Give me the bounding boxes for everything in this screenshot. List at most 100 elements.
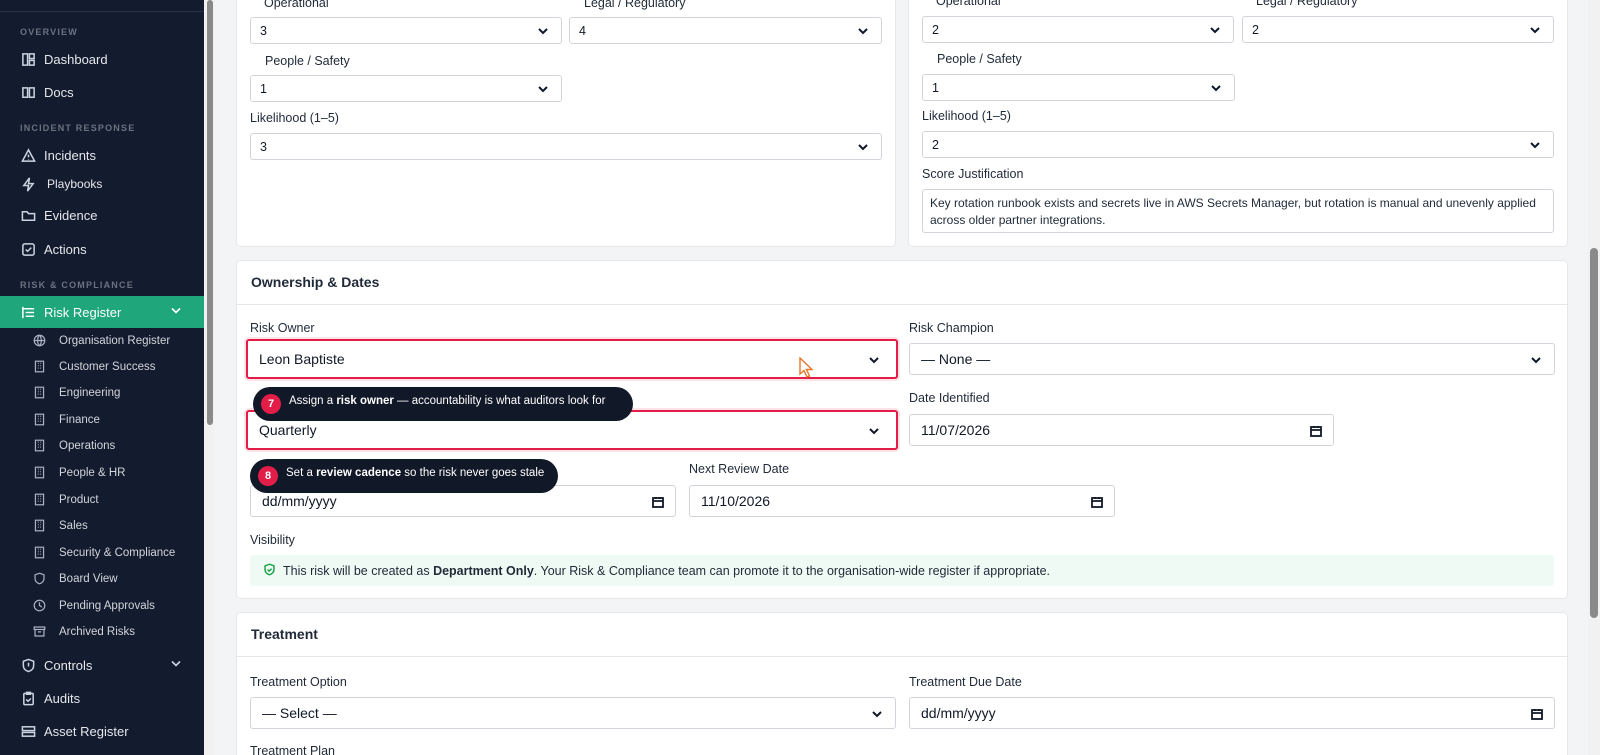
people-safety-select[interactable]: 1 bbox=[250, 75, 562, 102]
chevron-down-icon bbox=[1210, 82, 1222, 94]
visibility-text-pre: This risk will be created as bbox=[283, 563, 434, 578]
people-safety-value: 1 bbox=[260, 81, 267, 96]
treatment-option-label: Treatment Option bbox=[250, 675, 347, 689]
next-review-date-value: 11/10/2026 bbox=[701, 493, 771, 509]
book-icon bbox=[20, 84, 36, 100]
nav-audits[interactable]: Audits bbox=[0, 683, 204, 713]
shield-check-icon bbox=[263, 562, 283, 579]
lightning-icon bbox=[20, 176, 36, 192]
risk-owner-label: Risk Owner bbox=[250, 321, 315, 335]
sub-label: People & HR bbox=[59, 467, 126, 479]
sub-people-hr[interactable]: People & HR bbox=[0, 461, 204, 485]
residual-people-value: 1 bbox=[932, 80, 939, 95]
sub-label: Product bbox=[59, 494, 99, 506]
nav-risk-register-label: Risk Register bbox=[44, 304, 122, 320]
page-scrollbar-thumb[interactable] bbox=[1590, 248, 1598, 618]
legal-label: Legal / Regulatory bbox=[584, 0, 686, 10]
risk-champion-label: Risk Champion bbox=[909, 321, 994, 335]
sub-operations[interactable]: Operations bbox=[0, 434, 204, 458]
sub-label: Operations bbox=[59, 440, 116, 452]
server-icon bbox=[20, 723, 36, 739]
ownership-title: Ownership & Dates bbox=[251, 274, 380, 290]
sub-engineering[interactable]: Engineering bbox=[0, 381, 204, 405]
sub-security-compliance[interactable]: Security & Compliance bbox=[0, 541, 204, 565]
residual-legal-value: 2 bbox=[1252, 22, 1259, 37]
tooltip-text: Assign a risk owner — accountability is … bbox=[289, 395, 606, 407]
nav-playbooks[interactable]: Playbooks bbox=[0, 169, 204, 199]
calendar-icon[interactable] bbox=[1310, 424, 1322, 437]
next-review-date-input[interactable]: 11/10/2026 bbox=[689, 485, 1115, 517]
nav-docs[interactable]: Docs bbox=[0, 77, 204, 107]
nav-risk-register[interactable]: Risk Register bbox=[0, 296, 204, 328]
section-risk-compliance: RISK & COMPLIANCE bbox=[20, 280, 134, 290]
risk-champion-select[interactable]: — None — bbox=[909, 343, 1555, 375]
likelihood-value: 3 bbox=[260, 139, 267, 154]
legal-value: 4 bbox=[579, 23, 586, 38]
treatment-option-select[interactable]: — Select — bbox=[250, 697, 896, 729]
building-icon bbox=[33, 493, 47, 507]
sub-archived-risks[interactable]: Archived Risks bbox=[0, 620, 204, 644]
ownership-card-header bbox=[237, 261, 1567, 305]
residual-people-label: People / Safety bbox=[937, 52, 1022, 66]
shield-icon bbox=[20, 657, 36, 673]
nav-dashboard[interactable]: Dashboard bbox=[0, 44, 204, 74]
nav-asset-register-label: Asset Register bbox=[44, 723, 129, 739]
nav-incidents[interactable]: Incidents bbox=[0, 140, 204, 170]
chevron-down-icon bbox=[857, 141, 869, 153]
visibility-text-bold: Department Only bbox=[433, 563, 534, 578]
score-justification-label: Score Justification bbox=[922, 167, 1024, 181]
folder-icon bbox=[20, 207, 36, 223]
sub-sales[interactable]: Sales bbox=[0, 514, 204, 538]
score-justification-textarea[interactable]: Key rotation runbook exists and secrets … bbox=[922, 189, 1554, 233]
treatment-card-header bbox=[237, 613, 1567, 657]
nav-asset-register[interactable]: Asset Register bbox=[0, 716, 204, 746]
sidebar-scrollbar-thumb[interactable] bbox=[207, 0, 213, 425]
calendar-icon[interactable] bbox=[1091, 495, 1103, 508]
visibility-label: Visibility bbox=[250, 533, 295, 547]
chevron-down-icon bbox=[868, 424, 880, 436]
residual-likelihood-select[interactable]: 2 bbox=[922, 131, 1554, 158]
building-icon bbox=[33, 519, 47, 533]
sub-board-view[interactable]: Board View bbox=[0, 567, 204, 591]
nav-evidence[interactable]: Evidence bbox=[0, 200, 204, 230]
sub-finance[interactable]: Finance bbox=[0, 408, 204, 432]
tooltip-step-7: 7 Assign a risk owner — accountability i… bbox=[253, 387, 633, 421]
step-badge: 7 bbox=[261, 394, 281, 414]
operational-select[interactable]: 3 bbox=[250, 17, 562, 44]
mouse-cursor-icon bbox=[799, 357, 814, 378]
operational-value: 3 bbox=[260, 23, 267, 38]
residual-operational-select[interactable]: 2 bbox=[922, 16, 1234, 43]
clipboard-icon bbox=[20, 690, 36, 706]
calendar-icon[interactable] bbox=[1531, 707, 1543, 720]
sub-label: Archived Risks bbox=[59, 626, 136, 638]
nav-controls[interactable]: Controls bbox=[0, 650, 204, 680]
residual-legal-select[interactable]: 2 bbox=[1242, 16, 1554, 43]
nav-actions[interactable]: Actions bbox=[0, 234, 204, 264]
nav-playbooks-label: Playbooks bbox=[47, 177, 103, 191]
tooltip-text: Set a review cadence so the risk never g… bbox=[286, 467, 545, 479]
treatment-due-date-value: dd/mm/yyyy bbox=[921, 705, 996, 721]
likelihood-label: Likelihood (1–5) bbox=[250, 111, 339, 125]
nav-evidence-label: Evidence bbox=[44, 207, 98, 223]
date-identified-label: Date Identified bbox=[909, 391, 990, 405]
treatment-plan-label: Treatment Plan bbox=[250, 744, 335, 755]
calendar-icon[interactable] bbox=[652, 495, 664, 508]
sub-organisation-register[interactable]: Organisation Register bbox=[0, 329, 204, 353]
sub-customer-success[interactable]: Customer Success bbox=[0, 355, 204, 379]
date-identified-input[interactable]: 11/07/2026 bbox=[909, 414, 1334, 446]
people-safety-label: People / Safety bbox=[265, 54, 350, 68]
sub-label: Pending Approvals bbox=[59, 600, 155, 612]
chevron-down-icon bbox=[868, 353, 880, 365]
sub-label: Engineering bbox=[59, 387, 121, 399]
sub-label: Security & Compliance bbox=[59, 547, 176, 559]
treatment-due-date-input[interactable]: dd/mm/yyyy bbox=[909, 697, 1555, 729]
building-icon bbox=[33, 546, 47, 560]
likelihood-select[interactable]: 3 bbox=[250, 133, 882, 160]
treatment-card: Treatment bbox=[236, 612, 1568, 755]
sub-pending-approvals[interactable]: Pending Approvals bbox=[0, 594, 204, 618]
visibility-notice: This risk will be created as Department … bbox=[250, 555, 1554, 586]
building-icon bbox=[33, 439, 47, 453]
residual-people-select[interactable]: 1 bbox=[922, 74, 1235, 101]
legal-select[interactable]: 4 bbox=[569, 17, 882, 44]
sub-product[interactable]: Product bbox=[0, 488, 204, 512]
